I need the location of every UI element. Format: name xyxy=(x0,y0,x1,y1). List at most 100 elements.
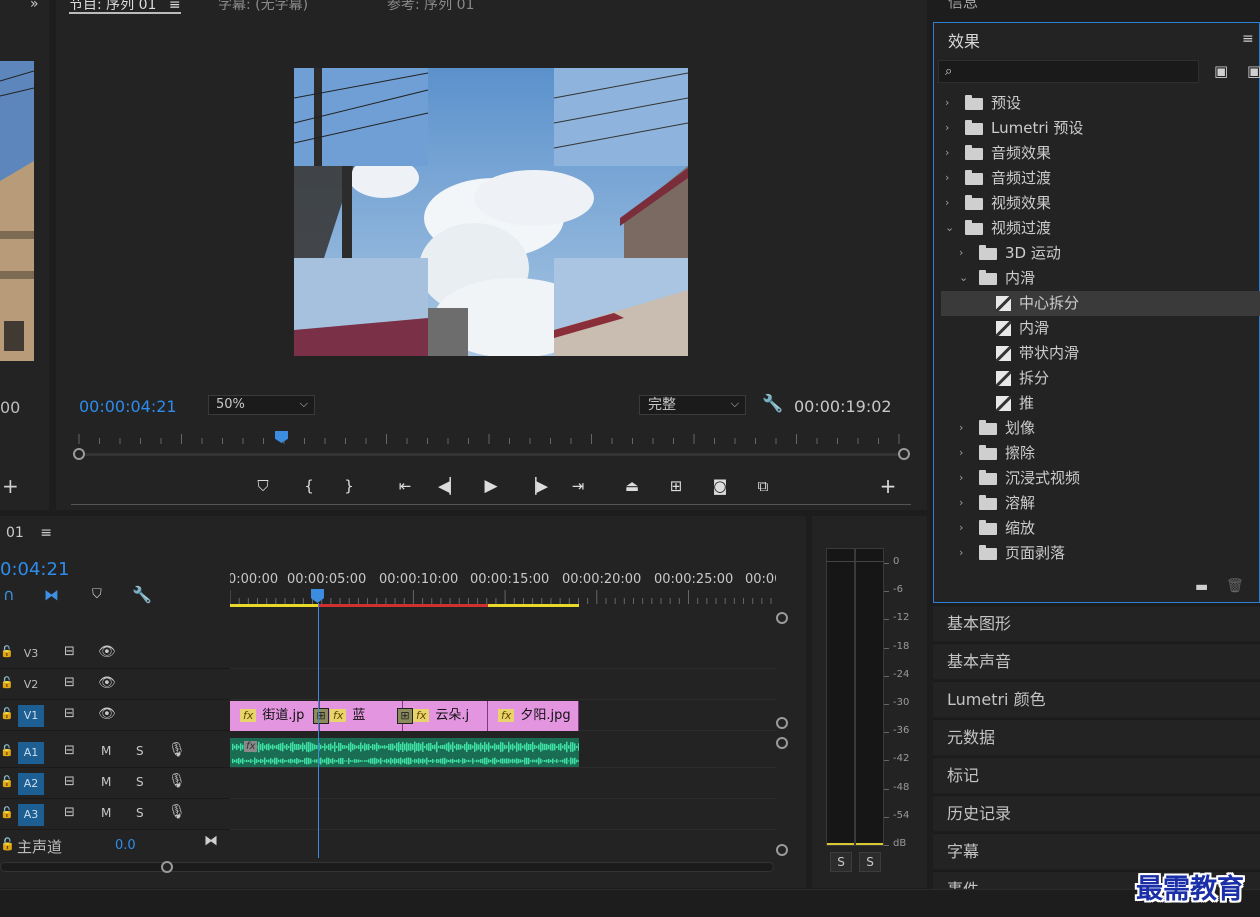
track-label[interactable]: V2 xyxy=(18,674,44,696)
step-back-icon[interactable]: ◀▏ xyxy=(438,476,461,496)
program-ruler[interactable] xyxy=(71,432,909,446)
lock-icon[interactable]: 🔓 xyxy=(0,744,14,757)
track-header-v1[interactable]: 🔓 V1 ⊟ 👁 xyxy=(0,700,230,731)
add-marker-icon[interactable]: ⛉ xyxy=(92,587,102,603)
zoom-select[interactable]: 50% ⌵ xyxy=(208,395,315,415)
microphone-icon[interactable]: 🎙 xyxy=(168,773,186,789)
linked-selection-icon[interactable]: ⧓ xyxy=(44,587,59,603)
source-add-icon[interactable]: + xyxy=(2,476,19,496)
solo-right-button[interactable]: S xyxy=(859,852,881,872)
lock-icon[interactable]: 🔓 xyxy=(0,645,14,658)
wrench-icon[interactable]: 🔧 xyxy=(762,396,783,413)
chevron-right-icon[interactable]: › xyxy=(945,147,955,158)
solo-button[interactable]: S xyxy=(136,806,144,820)
work-area-bar-yellow-left[interactable] xyxy=(230,604,318,607)
chevron-down-icon[interactable]: ⌄ xyxy=(959,272,969,283)
lock-icon[interactable]: 🔓 xyxy=(0,775,14,788)
chevron-right-icon[interactable]: › xyxy=(959,472,969,483)
video-tracks-scrollbar[interactable] xyxy=(776,612,788,729)
mark-in-icon[interactable]: { xyxy=(298,476,320,496)
sync-lock-icon[interactable]: ⊟ xyxy=(64,675,75,690)
master-lock-icon[interactable]: 🔓 xyxy=(0,837,15,851)
effects-tree-item[interactable]: › Lumetri 预设 xyxy=(941,116,1260,141)
side-panel-tab[interactable]: 基本图形 xyxy=(933,605,1260,641)
side-panel-tab[interactable]: 基本声音 xyxy=(933,643,1260,679)
side-panel-tab[interactable]: Lumetri 颜色 xyxy=(933,681,1260,717)
scroll-handle[interactable] xyxy=(776,717,788,729)
effects-tree-item[interactable]: 带状内滑 xyxy=(941,341,1260,366)
chevron-right-icon[interactable]: › xyxy=(945,197,955,208)
solo-button[interactable]: S xyxy=(136,775,144,789)
play-icon[interactable]: ▶ xyxy=(480,476,502,496)
panel-menu-icon[interactable]: ≡ xyxy=(1242,31,1254,47)
track-header-a2[interactable]: 🔓 A2 ⊟ M S 🎙 xyxy=(0,768,230,799)
wrench-icon[interactable]: 🔧 xyxy=(132,587,152,603)
mute-button[interactable]: M xyxy=(101,806,111,820)
effects-tree-item[interactable]: 内滑 xyxy=(941,316,1260,341)
scroll-handle[interactable] xyxy=(776,612,788,624)
effects-tree-item[interactable]: › 页面剥落 xyxy=(941,541,1260,566)
sync-lock-icon[interactable]: ⊟ xyxy=(64,774,75,789)
track-header-v2[interactable]: 🔓 V2 ⊟ 👁 xyxy=(0,669,230,700)
sync-lock-icon[interactable]: ⊟ xyxy=(64,805,75,820)
effects-tree-item[interactable]: › 擦除 xyxy=(941,441,1260,466)
effects-tree-item[interactable]: › 音频效果 xyxy=(941,141,1260,166)
chevron-right-icon[interactable]: › xyxy=(959,447,969,458)
chevron-right-icon[interactable]: › xyxy=(959,547,969,558)
trash-icon[interactable]: 🗑 xyxy=(1226,578,1244,594)
track-header-a1[interactable]: 🔓 A1 ⊟ M S 🎙 xyxy=(0,737,230,768)
sync-lock-icon[interactable]: ⊟ xyxy=(64,743,75,758)
new-folder-icon[interactable]: ▬ xyxy=(1195,579,1208,595)
tab-captions[interactable]: 字幕: (无字幕) xyxy=(218,0,308,14)
side-panel-tab[interactable]: 字幕 xyxy=(933,833,1260,869)
timeline-horizontal-scrollbar[interactable] xyxy=(0,861,774,873)
track-header-a3[interactable]: 🔓 A3 ⊟ M S 🎙 xyxy=(0,799,230,830)
go-to-out-icon[interactable]: ⇥ xyxy=(567,476,589,496)
effects-tree-item[interactable]: 推 xyxy=(941,391,1260,416)
timeline-menu-icon[interactable]: ≡ xyxy=(40,525,52,541)
side-panel-tab[interactable]: 标记 xyxy=(933,757,1260,793)
chevron-down-icon[interactable]: ⌄ xyxy=(945,222,955,233)
clip-street[interactable]: fx 街道.jp xyxy=(230,701,320,731)
master-panner-icon[interactable]: ⧓ xyxy=(204,833,218,849)
scroll-handle[interactable] xyxy=(161,861,173,873)
source-expand-icon[interactable]: » xyxy=(30,0,39,12)
snap-icon[interactable]: ∩ xyxy=(3,587,15,603)
track-lane-a2[interactable] xyxy=(230,768,776,799)
audio-clip[interactable]: fx xyxy=(230,738,579,767)
microphone-icon[interactable]: 🎙 xyxy=(168,804,186,820)
scroll-handle[interactable] xyxy=(776,844,788,856)
effects-tree-item[interactable]: › 音频过渡 xyxy=(941,166,1260,191)
lock-icon[interactable]: 🔓 xyxy=(0,707,14,720)
master-volume[interactable]: 0.0 xyxy=(115,838,136,853)
camera-icon[interactable]: ◙ xyxy=(709,476,731,496)
mark-out-icon[interactable]: } xyxy=(338,476,360,496)
track-label[interactable]: A1 xyxy=(18,742,44,764)
accelerated-effects-icon[interactable]: ▣ xyxy=(1214,63,1228,79)
mute-button[interactable]: M xyxy=(101,744,111,758)
add-marker-icon[interactable]: ⛉ xyxy=(252,476,274,496)
effects-tree-item[interactable]: › 沉浸式视频 xyxy=(941,466,1260,491)
clip-blue[interactable]: fx 蓝 xyxy=(320,701,403,731)
tab-menu-icon[interactable]: ≡ xyxy=(169,0,181,13)
effects-search-input[interactable] xyxy=(963,62,1193,81)
clip-sunset[interactable]: fx 夕阳.jpg xyxy=(488,701,579,731)
program-zoom-scrollbar[interactable] xyxy=(73,448,910,460)
side-panel-tab[interactable]: 元数据 xyxy=(933,719,1260,755)
scroll-handle-left[interactable] xyxy=(73,448,85,460)
track-header-v3[interactable]: 🔓 V3 ⊟ 👁 xyxy=(0,638,230,669)
info-tab[interactable]: 信息 xyxy=(948,0,978,12)
track-lane-v2[interactable] xyxy=(230,669,776,700)
effects-tree-item[interactable]: ⌄ 视频过渡 xyxy=(941,216,1260,241)
track-lane-a3[interactable] xyxy=(230,799,776,830)
effects-tree-item[interactable]: › 划像 xyxy=(941,416,1260,441)
sync-lock-icon[interactable]: ⊟ xyxy=(64,644,75,659)
chevron-right-icon[interactable]: › xyxy=(959,247,969,258)
effects-tree-item[interactable]: › 缩放 xyxy=(941,516,1260,541)
32bit-effects-icon[interactable]: ▣ xyxy=(1247,63,1260,79)
effects-tree-item[interactable]: › 视频效果 xyxy=(941,191,1260,216)
chevron-right-icon[interactable]: › xyxy=(959,497,969,508)
eye-icon[interactable]: 👁 xyxy=(98,675,116,691)
tab-program[interactable]: 节目: 序列 01 ≡ xyxy=(69,0,181,14)
timeline-current-time[interactable]: 0:04:21 xyxy=(0,559,69,580)
